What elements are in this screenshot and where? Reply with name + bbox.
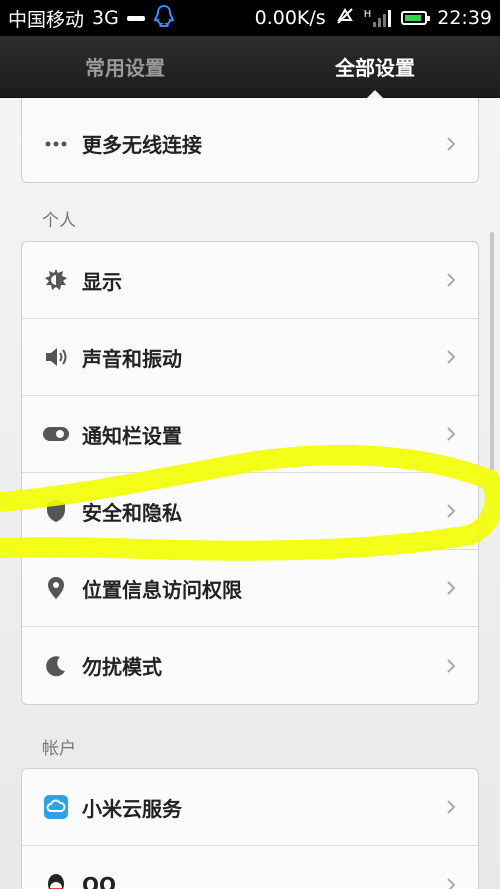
cloud-icon — [42, 793, 70, 821]
minus-icon — [126, 15, 145, 21]
list-item-location-access[interactable]: 位置信息访问权限 — [22, 550, 478, 627]
speaker-icon — [42, 343, 70, 371]
chevron-right-icon — [444, 581, 458, 595]
list-item-display[interactable]: 显示 — [22, 242, 478, 319]
signal-icon — [373, 9, 392, 27]
chevron-right-icon — [444, 658, 458, 673]
mute-icon — [336, 7, 354, 30]
brightness-icon — [42, 266, 70, 294]
item-label: 位置信息访问权限 — [82, 577, 242, 602]
item-label: 安全和隐私 — [82, 500, 182, 525]
qq-icon — [42, 871, 70, 889]
chevron-right-icon — [444, 800, 458, 814]
list-item-security-privacy[interactable]: 安全和隐私 — [22, 473, 478, 550]
network-type: 3G — [92, 7, 119, 29]
chevron-right-icon — [444, 136, 458, 151]
list-item-qq[interactable]: QQ — [22, 846, 478, 889]
item-label: 声音和振动 — [82, 346, 182, 371]
location-pin-icon — [42, 574, 70, 602]
list-item-mi-cloud[interactable]: 小米云服务 — [22, 769, 478, 846]
tab-bar: 常用设置 全部设置 — [0, 36, 500, 98]
list-item-sound[interactable]: 声音和振动 — [22, 319, 478, 396]
item-label: QQ — [82, 872, 117, 889]
item-label: 显示 — [82, 269, 122, 294]
list-item-notification-bar[interactable]: 通知栏设置 — [22, 396, 478, 473]
tab-common-settings[interactable]: 常用设置 — [0, 36, 250, 97]
chevron-right-icon — [444, 350, 458, 364]
more-dots-icon — [42, 130, 70, 158]
item-label: 更多无线连接 — [82, 133, 202, 157]
chevron-right-icon — [444, 504, 458, 518]
carrier-name: 中国移动 — [8, 8, 85, 31]
item-label: 通知栏设置 — [82, 423, 182, 448]
wireless-card: 更多无线连接 — [21, 98, 479, 183]
list-item-more-wireless[interactable]: 更多无线连接 — [22, 98, 478, 182]
net-speed: 0.00K/s — [254, 7, 326, 29]
account-card: 小米云服务 QQ — [21, 768, 479, 889]
moon-icon — [42, 652, 70, 680]
section-title-account: 帐户 — [42, 739, 76, 759]
chevron-right-icon — [444, 877, 458, 889]
qq-status-icon — [153, 4, 175, 33]
list-item-do-not-disturb[interactable]: 勿扰模式 — [22, 627, 478, 704]
battery-icon — [401, 11, 431, 25]
toggle-icon — [42, 420, 70, 448]
shield-icon — [42, 497, 70, 525]
scrollbar[interactable] — [490, 232, 494, 470]
item-label: 勿扰模式 — [82, 655, 162, 679]
tab-all-settings[interactable]: 全部设置 — [250, 36, 500, 98]
personal-card: 显示 声音和振动 通知栏设置 安全和隐私 位置信息访问权限 勿扰模式 — [21, 241, 479, 705]
clock: 22:39 — [437, 7, 492, 29]
signal-h-label: H — [363, 9, 372, 20]
signal-group: H — [364, 9, 392, 27]
item-label: 小米云服务 — [82, 796, 182, 821]
chevron-right-icon — [444, 273, 458, 287]
section-title-personal: 个人 — [42, 211, 76, 231]
chevron-right-icon — [444, 427, 458, 441]
settings-list[interactable]: 更多无线连接 个人 显示 声音和振动 通知栏设置 安全和隐私 位置信息访问权限 … — [0, 98, 500, 889]
status-bar: 中国移动 3G 0.00K/s H 22:39 — [0, 0, 500, 36]
